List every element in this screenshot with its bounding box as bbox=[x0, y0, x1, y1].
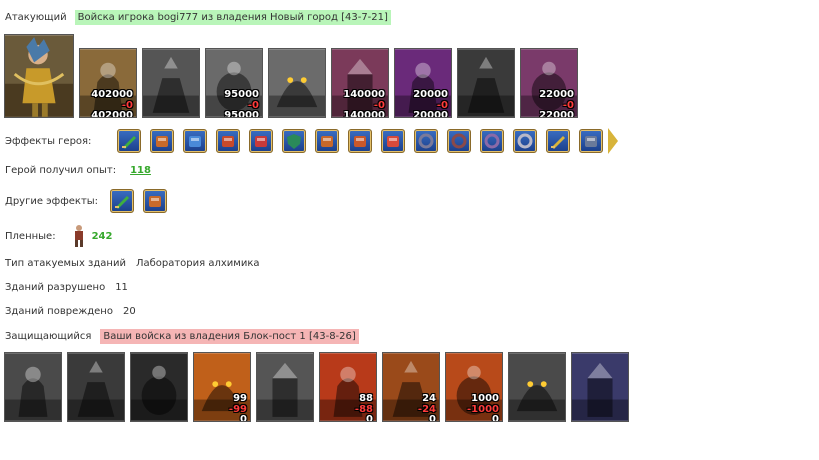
unit-card[interactable] bbox=[457, 48, 515, 118]
staff-icon[interactable] bbox=[546, 129, 571, 153]
attacker-label: Атакующий bbox=[5, 12, 67, 23]
unit-portrait bbox=[458, 49, 514, 117]
unit-portrait bbox=[269, 49, 325, 117]
unit-count: 88 bbox=[359, 393, 373, 404]
unit-portrait bbox=[143, 49, 199, 117]
hero-effects-list bbox=[117, 129, 612, 153]
unit-card[interactable] bbox=[571, 352, 629, 422]
chain-icon[interactable] bbox=[513, 129, 538, 153]
handshake-icon[interactable] bbox=[150, 129, 175, 153]
heart-banner-icon[interactable] bbox=[143, 189, 168, 213]
dice-icon[interactable] bbox=[249, 129, 274, 153]
feather-icon[interactable] bbox=[381, 129, 406, 153]
buildings-destroyed-row: Зданий разрушено 11 bbox=[5, 282, 128, 293]
prisoner-icon bbox=[74, 225, 83, 247]
spiral-ring-icon[interactable] bbox=[480, 129, 505, 153]
skull-ring-icon[interactable] bbox=[447, 129, 472, 153]
unit-remain: 22000 bbox=[539, 110, 574, 118]
hand-gift-icon[interactable] bbox=[348, 129, 373, 153]
unit-card[interactable]: 88 -88 0 bbox=[319, 352, 377, 422]
unit-count: 99 bbox=[233, 393, 247, 404]
defender-title: Ваши войска из владения Блок-пост 1 [43-… bbox=[100, 329, 359, 344]
other-effects-label: Другие эффекты: bbox=[5, 195, 99, 207]
unit-remain: 140000 bbox=[343, 110, 385, 118]
other-effects-row: Другие эффекты: bbox=[5, 189, 176, 213]
buildings-destroyed-value: 11 bbox=[115, 282, 128, 293]
unit-card[interactable] bbox=[142, 48, 200, 118]
prisoners-value: 242 bbox=[91, 230, 113, 242]
sword-icon[interactable] bbox=[117, 129, 142, 153]
unit-card[interactable] bbox=[268, 48, 326, 118]
unit-portrait bbox=[509, 353, 565, 421]
hero-effects-label: Эффекты героя: bbox=[5, 135, 92, 147]
unit-portrait bbox=[5, 353, 61, 421]
building-type-row: Тип атакуемых зданий Лаборатория алхимик… bbox=[5, 258, 260, 269]
defender-header: Защищающийся Ваши войска из владения Бло… bbox=[5, 329, 359, 344]
chest-icon[interactable] bbox=[216, 129, 241, 153]
gate-icon[interactable] bbox=[579, 129, 604, 153]
unit-remain: 95000 bbox=[224, 110, 259, 118]
unit-remain: 0 bbox=[366, 414, 373, 422]
experience-label: Герой получил опыт: bbox=[5, 165, 117, 176]
defender-label: Защищающийся bbox=[5, 331, 92, 342]
unit-portrait bbox=[257, 353, 313, 421]
experience-row: Герой получил опыт: 118 bbox=[5, 165, 151, 176]
unit-remain: 0 bbox=[429, 414, 436, 422]
treasure-icon[interactable] bbox=[315, 129, 340, 153]
unit-count: 140000 bbox=[343, 89, 385, 100]
attacker-title: Войска игрока bogi777 из владения Новый … bbox=[74, 10, 391, 25]
hero-portrait[interactable] bbox=[4, 34, 74, 118]
prisoners-row: Пленные: 242 bbox=[5, 224, 112, 248]
unit-count: 402000 bbox=[91, 89, 133, 100]
unit-card[interactable] bbox=[4, 352, 62, 422]
scroll-right-arrow-icon[interactable] bbox=[608, 128, 619, 154]
unit-card[interactable]: 24 -24 0 bbox=[382, 352, 440, 422]
unit-card[interactable] bbox=[256, 352, 314, 422]
unit-portrait bbox=[68, 353, 124, 421]
experience-value-link[interactable]: 118 bbox=[130, 165, 151, 176]
attacker-unit-list: 402000 -0 402000 95000 -0 95000 140000 -0 140000… bbox=[79, 48, 583, 118]
other-effects-list bbox=[110, 189, 176, 213]
attacker-header: Атакующий Войска игрока bogi777 из владе… bbox=[5, 10, 391, 25]
unit-card[interactable]: 402000 -0 402000 bbox=[79, 48, 137, 118]
prisoners-label: Пленные: bbox=[5, 230, 56, 242]
unit-count: 20000 bbox=[413, 89, 448, 100]
hand-book-icon[interactable] bbox=[183, 129, 208, 153]
unit-card[interactable]: 1000 -1000 0 bbox=[445, 352, 503, 422]
unit-remain: 20000 bbox=[413, 110, 448, 118]
unit-card[interactable] bbox=[130, 352, 188, 422]
unit-card[interactable]: 22000 -0 22000 bbox=[520, 48, 578, 118]
unit-count: 95000 bbox=[224, 89, 259, 100]
shield-icon[interactable] bbox=[282, 129, 307, 153]
unit-remain: 0 bbox=[240, 414, 247, 422]
unit-portrait bbox=[572, 353, 628, 421]
unit-card[interactable]: 95000 -0 95000 bbox=[205, 48, 263, 118]
unit-remain: 402000 bbox=[91, 110, 133, 118]
unit-card[interactable]: 140000 -0 140000 bbox=[331, 48, 389, 118]
unit-count: 22000 bbox=[539, 89, 574, 100]
defender-unit-list: 99 -99 0 88 -88 0 24 -24 0 1000 -1000 0 bbox=[4, 352, 634, 422]
buildings-damaged-label: Зданий повреждено bbox=[5, 306, 113, 317]
unit-card[interactable] bbox=[508, 352, 566, 422]
attacker-units-row: 402000 -0 402000 95000 -0 95000 140000 -0 140000… bbox=[4, 34, 583, 118]
unit-card[interactable]: 99 -99 0 bbox=[193, 352, 251, 422]
unit-count: 24 bbox=[422, 393, 436, 404]
unit-card[interactable] bbox=[67, 352, 125, 422]
unit-portrait bbox=[131, 353, 187, 421]
buildings-damaged-value: 20 bbox=[122, 306, 136, 317]
unit-remain: 0 bbox=[492, 414, 499, 422]
unit-card[interactable]: 20000 -0 20000 bbox=[394, 48, 452, 118]
building-type-label: Тип атакуемых зданий bbox=[5, 258, 126, 269]
building-type-value: Лаборатория алхимика bbox=[135, 258, 260, 269]
buildings-damaged-row: Зданий повреждено 20 bbox=[5, 306, 136, 317]
buildings-destroyed-label: Зданий разрушено bbox=[5, 282, 106, 293]
hero-effects-row: Эффекты героя: bbox=[5, 128, 619, 154]
gear-ring-icon[interactable] bbox=[414, 129, 439, 153]
sword-icon[interactable] bbox=[110, 189, 135, 213]
unit-count: 1000 bbox=[471, 393, 499, 404]
